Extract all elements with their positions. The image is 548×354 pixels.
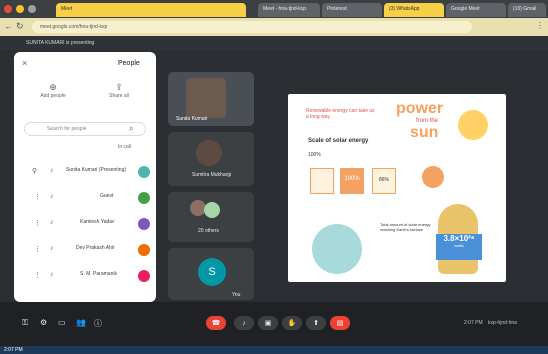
activities-icon[interactable]: ⚙ [40,318,47,327]
avatar [138,218,150,230]
participant-row[interactable]: ⋮ ♪ Guest [14,188,156,210]
section-heading: Scale of solar energy [308,138,369,144]
mic-off-icon[interactable]: ♪ [50,219,54,226]
window-dots [4,5,44,13]
avatar [138,244,150,256]
tile-name: Sunita Kumari [176,116,208,122]
close-icon[interactable]: × [22,58,27,68]
earth-graphic [312,224,362,274]
more-options-icon[interactable]: ⋮ [34,271,41,279]
more-options-icon[interactable]: ⋮ [34,193,41,201]
participant-row[interactable]: ⋮ ♪ Dev Prakash Ahir [14,240,156,262]
browser-tab[interactable]: (3) WhatsApp [384,3,444,17]
browser-tab[interactable]: Meet - hna-tjnd-kxp [258,3,320,17]
browser-tab-bar: Meet Meet - hna-tjnd-kxp Pinterest (3) W… [0,0,548,18]
browser-tab[interactable]: Meet [56,3,246,17]
video-tile[interactable]: Sunita Kumari [168,72,254,126]
avatar [196,140,222,166]
add-people-button[interactable]: ⊕ Add people [28,82,78,99]
meeting-controls-bar: kxp-hjnd-hna 2:07 PM ☎ ♪ ▣ ✋ ⬆ ▤ ⓘ 👥 ▭ ⚙… [0,302,548,346]
avatar [138,270,150,282]
presentation-slide: power from the sun Renewable energy can … [288,94,506,282]
participant-row[interactable]: ⚲ ♪ Sunita Kumari (Presenting) [14,162,156,184]
tile-name: Sumitra Mukhargi [192,172,232,178]
chat-icon[interactable]: ▭ [58,318,66,327]
tile-name: You [232,292,241,298]
pie-graphic [422,166,444,188]
avatar: S [198,258,226,286]
video-tile[interactable]: 20 others [168,192,254,242]
reload-icon[interactable]: ↻ [16,21,24,32]
video-tile[interactable]: Sumitra Mukhargi [168,132,254,186]
mute-icon[interactable]: ♪ [50,167,54,174]
browser-tab[interactable]: Google Meet [446,3,506,17]
participant-name: S. M. Paramanik [80,271,117,277]
search-people-input: Search for people [47,126,87,132]
big-stat: 3.8×10²⁶ watts [436,234,482,260]
avatar [138,192,150,204]
mic-off-icon[interactable]: ♪ [50,245,54,252]
more-options-icon[interactable]: ⋮ [34,219,41,227]
search-people-field[interactable]: Search for people ⌕ [24,122,146,136]
presenting-label: SUNITA KUMARI is presenting [26,40,95,46]
stat-box [310,168,334,194]
slide-title: sun [410,124,439,141]
slide-intro: Renewable energy can take us a long way [306,108,375,120]
avatar [204,202,220,218]
section-label: In call [118,144,132,150]
lock-icon[interactable]: ⚿ [22,318,28,328]
os-taskbar: 2:07 PM [0,346,548,354]
camera-button[interactable]: ▣ [258,316,278,330]
present-button[interactable]: ⬆ [306,316,326,330]
panel-title: People [118,60,140,67]
participant-row[interactable]: ⋮ ♪ Kamlesh Yadav [14,214,156,236]
tile-name: 20 others [198,228,219,234]
info-icon[interactable]: ⓘ [94,318,102,329]
taskbar-clock: 2:07 PM [4,347,23,353]
more-options-icon[interactable]: ⋮ [34,245,41,253]
share-icon: ⇪ [115,82,123,92]
participant-name: Kamlesh Yadav [80,219,115,225]
people-panel: × People ⊕ Add people ⇪ Share all Search… [14,52,156,302]
mic-button[interactable]: ♪ [234,316,254,330]
raise-hand-button[interactable]: ✋ [282,316,302,330]
participant-name: Guest [100,193,114,199]
slide-fact: Total amount of solar energy reaching Ea… [380,222,431,232]
share-all-button[interactable]: ⇪ Share all [94,82,144,99]
slide-title: power [396,100,444,117]
captions-button[interactable]: ▤ [330,316,350,330]
back-icon[interactable]: ← [4,21,13,31]
menu-icon[interactable]: ⋮ [536,21,544,30]
video-tile[interactable]: S You [168,248,254,300]
stat-box: 86% [372,168,396,194]
meeting-code: kxp-hjnd-hna [488,320,517,326]
search-icon: ⌕ [129,124,134,133]
participant-name: Dev Prakash Ahir [76,245,115,251]
stat-box: 100% [340,168,364,194]
add-person-icon: ⊕ [49,82,57,92]
participant-name: Sunita Kumari (Presenting) [66,167,127,173]
sun-graphic [458,110,488,140]
browser-tab[interactable]: (10) Gmail [508,3,546,17]
address-bar[interactable]: meet.google.com/hna-tjnd-kxp [32,21,472,33]
participant-row[interactable]: ⋮ ♪ S. M. Paramanik [14,266,156,288]
browser-tab[interactable]: Pinterest [322,3,382,17]
mic-off-icon[interactable]: ♪ [50,271,54,278]
end-call-button[interactable]: ☎ [206,316,226,330]
stat-value: 100% [308,152,321,158]
people-icon[interactable]: 👥 [76,318,86,327]
meeting-time: 2:07 PM [464,320,483,326]
pin-icon[interactable]: ⚲ [32,167,37,175]
mic-off-icon[interactable]: ♪ [50,193,54,200]
participant-video [186,78,226,118]
avatar [138,166,150,178]
